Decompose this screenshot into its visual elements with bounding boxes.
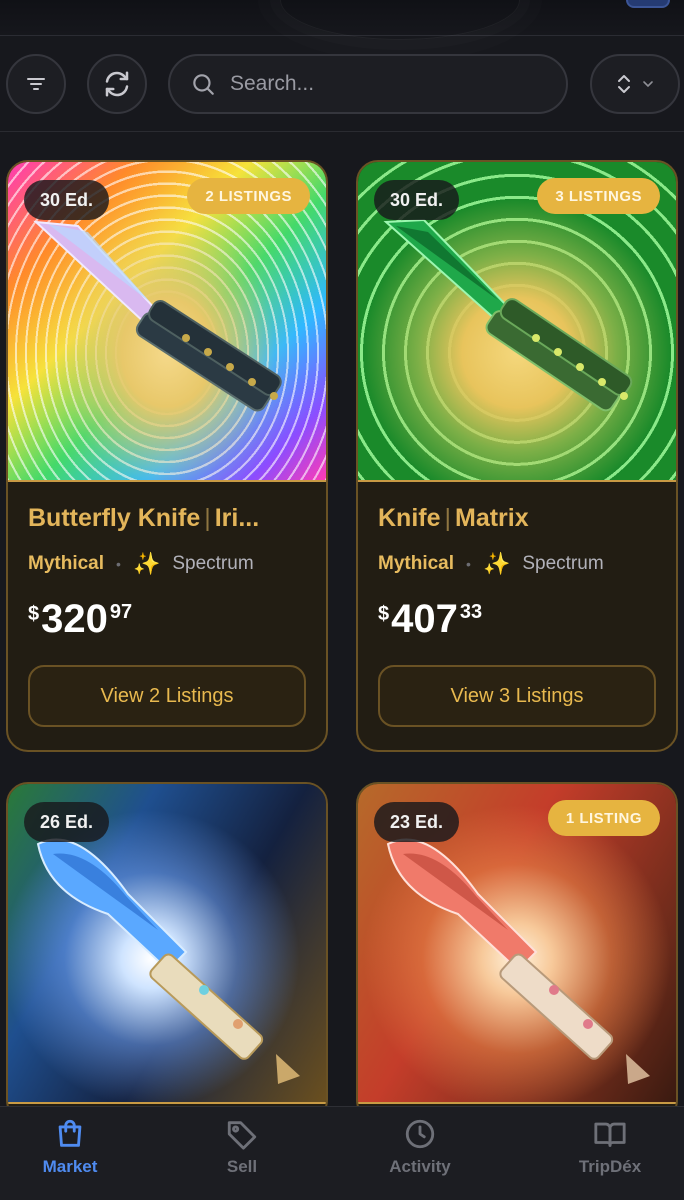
item-image: 23 Ed. 1 LISTING bbox=[358, 784, 676, 1104]
item-card[interactable]: 23 Ed. 1 LISTING bbox=[356, 782, 678, 1106]
item-name: Knife bbox=[378, 504, 441, 532]
item-name: Butterfly Knife bbox=[28, 504, 201, 532]
shopping-bag-icon bbox=[58, 1119, 82, 1147]
item-title: Knife | Matrix bbox=[378, 504, 660, 533]
separator-dot: • bbox=[466, 556, 471, 572]
item-card[interactable]: 30 Ed. 2 LISTINGS Butterfly Knife | Iri...… bbox=[6, 160, 328, 752]
nav-sell[interactable]: Sell bbox=[182, 1117, 302, 1177]
rarity-row: Mythical • ✨ Spectrum bbox=[378, 551, 656, 577]
nav-market[interactable]: Market bbox=[10, 1117, 130, 1177]
item-info: Knife | Matrix Mythical • ✨ Spectrum $ 407… bbox=[358, 482, 676, 727]
edition-badge: 23 Ed. bbox=[374, 802, 460, 842]
chevron-down-icon bbox=[643, 81, 653, 88]
rarity-label: Mythical bbox=[378, 553, 455, 574]
nav-label: Activity bbox=[389, 1157, 451, 1176]
book-icon bbox=[594, 1122, 626, 1147]
price-cents: 33 bbox=[459, 601, 483, 623]
price-cents: 97 bbox=[109, 601, 133, 623]
clock-icon bbox=[405, 1119, 435, 1149]
bottom-navigation: Market Sell Activity TripDéx bbox=[0, 1106, 684, 1200]
rarity-label: Mythical bbox=[28, 553, 105, 574]
refresh-button[interactable] bbox=[87, 54, 147, 114]
filter-icon bbox=[27, 78, 45, 90]
price-currency: $ bbox=[28, 603, 40, 625]
view-listings-button[interactable]: View 2 Listings bbox=[28, 665, 306, 727]
view-listings-button[interactable]: View 3 Listings bbox=[378, 665, 656, 727]
sparkles-icon: ✨ bbox=[482, 551, 511, 576]
header-banner bbox=[0, 0, 684, 40]
edition-badge: 30 Ed. bbox=[374, 180, 460, 220]
title-separator: | bbox=[204, 504, 211, 532]
market-toolbar bbox=[0, 36, 684, 132]
price-whole: 407 bbox=[391, 597, 458, 641]
edition-badge: 30 Ed. bbox=[24, 180, 110, 220]
search-bar[interactable] bbox=[168, 54, 568, 114]
rarity-row: Mythical • ✨ Spectrum bbox=[28, 551, 306, 577]
edition-badge: 26 Ed. bbox=[24, 802, 110, 842]
nav-activity[interactable]: Activity bbox=[360, 1117, 480, 1177]
sort-dropdown[interactable] bbox=[590, 54, 680, 114]
nav-label: Market bbox=[42, 1157, 98, 1176]
price: $ 407 33 bbox=[378, 599, 656, 639]
item-title: Butterfly Knife | Iri... bbox=[28, 504, 310, 533]
title-separator: | bbox=[444, 504, 452, 532]
item-info: Butterfly Knife | Iri... Mythical • ✨ Spec… bbox=[8, 482, 326, 727]
search-input[interactable] bbox=[230, 72, 550, 96]
sort-chevrons-icon bbox=[618, 75, 630, 93]
corner-badge[interactable] bbox=[626, 0, 670, 8]
nav-label: Sell bbox=[226, 1157, 258, 1176]
nav-label: TripDéx bbox=[578, 1157, 642, 1176]
banner-decoration bbox=[280, 0, 520, 40]
item-image: 30 Ed. 3 LISTINGS bbox=[358, 162, 676, 482]
market-page: 30 Ed. 2 LISTINGS Butterfly Knife|Iri...… bbox=[0, 0, 684, 1200]
tag-icon bbox=[227, 1121, 257, 1150]
price-whole: 320 bbox=[41, 597, 108, 641]
refresh-icon bbox=[105, 71, 129, 97]
listings-count-badge: 3 LISTINGS bbox=[537, 178, 660, 214]
price: $ 320 97 bbox=[28, 599, 306, 639]
finish-label: Spectrum bbox=[522, 553, 604, 574]
price-currency: $ bbox=[378, 603, 390, 625]
item-variant: Iri... bbox=[214, 504, 260, 532]
sparkles-icon: ✨ bbox=[132, 551, 161, 576]
item-variant: Matrix bbox=[455, 504, 529, 532]
listings-count-badge: 2 LISTINGS bbox=[187, 178, 310, 214]
listing-grid: 30 Ed. 2 LISTINGS Butterfly Knife | Iri...… bbox=[0, 132, 684, 1106]
finish-label: Spectrum bbox=[172, 553, 254, 574]
item-card[interactable]: 30 Ed. 3 LISTINGS Knife | Matrix Mythical … bbox=[356, 160, 678, 752]
item-image: 30 Ed. 2 LISTINGS bbox=[8, 162, 326, 482]
separator-dot: • bbox=[116, 556, 121, 572]
filter-button[interactable] bbox=[6, 54, 66, 114]
search-icon bbox=[193, 74, 214, 95]
item-card[interactable]: 26 Ed. bbox=[6, 782, 328, 1106]
item-image: 26 Ed. bbox=[8, 784, 326, 1104]
nav-tripdex[interactable]: TripDéx bbox=[550, 1117, 670, 1177]
listings-count-badge: 1 LISTING bbox=[547, 800, 660, 836]
